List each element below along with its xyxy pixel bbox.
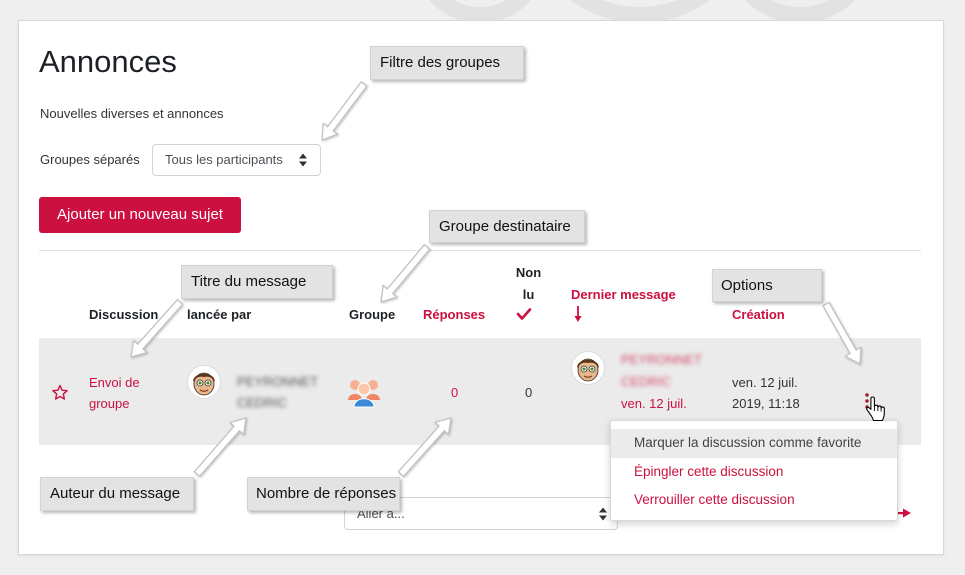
hand-pointer-icon [866,396,885,422]
header-created[interactable]: Création [732,306,785,324]
user-avatar-icon[interactable] [187,365,221,399]
header-last-post[interactable]: Dernier message [571,286,676,304]
reply-count-link[interactable]: 0 [451,384,458,402]
group-filter-value: Tous les participants [165,152,283,167]
annotation-options: Options [712,269,822,302]
created-date: ven. 12 juil. 2019, 11:18 [732,375,800,411]
group-filter-select[interactable]: Tous les participants [152,144,321,176]
annotation-group-filter: Filtre des groupes [370,46,524,80]
annotation-message-title: Titre du message [181,265,333,299]
last-post-avatar-icon[interactable] [571,351,605,385]
divider [39,250,921,251]
options-menu: Marquer la discussion comme favorite Épi… [610,420,898,521]
discussion-author[interactable]: PEYRONNET CEDRIC [237,371,329,413]
discussion-title-link[interactable]: Envoi de groupe [89,372,161,414]
unread-count: 0 [525,385,533,400]
annotation-reply-count: Nombre de réponses [247,477,400,511]
screenshot-stage: Annonces Nouvelles diverses et annonces … [0,0,965,575]
group-icon [348,380,380,408]
menu-item-lock[interactable]: Verrouiller cette discussion [611,486,897,515]
menu-item-pin[interactable]: Épingler cette discussion [611,458,897,487]
forum-description: Nouvelles diverses et annonces [40,106,224,121]
header-unread: Non lu [515,265,542,302]
header-discussion[interactable]: Discussion [89,306,158,324]
sort-arrows-icon [599,507,607,521]
annotation-target-group: Groupe destinataire [429,210,585,243]
header-group: Groupe [349,307,396,322]
sort-arrows-icon [299,153,307,167]
group-filter-label: Groupes séparés [40,152,140,167]
annotation-message-author: Auteur du message [40,477,194,511]
header-started-by[interactable]: lancée par [187,306,251,324]
last-post-cell: PEYRONNET CEDRIC ven. 12 juil. [621,349,716,415]
last-post-author[interactable]: PEYRONNET CEDRIC [621,349,716,393]
menu-item-favourite[interactable]: Marquer la discussion comme favorite [611,429,897,458]
last-post-date-link[interactable]: ven. 12 juil. [621,393,716,415]
page-title: Annonces [39,44,177,79]
arrow-down-icon[interactable] [572,305,584,323]
add-topic-button[interactable]: Ajouter un nouveau sujet [39,197,241,233]
star-outline-icon[interactable] [51,384,69,402]
check-icon [516,308,532,320]
header-replies[interactable]: Réponses [423,306,485,324]
